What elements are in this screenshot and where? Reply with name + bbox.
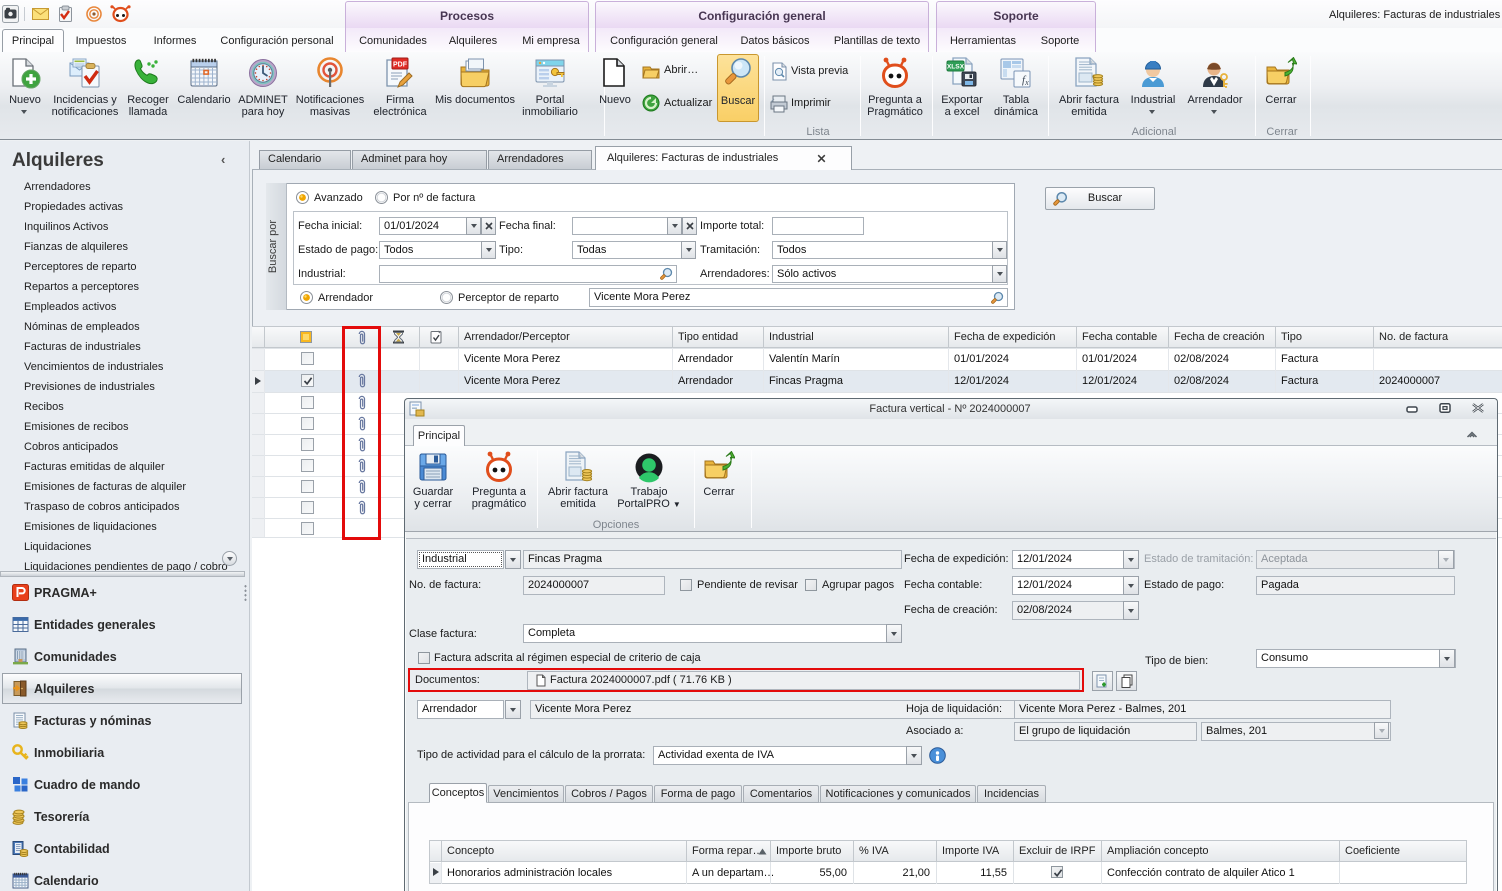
svg-text:XLSX: XLSX — [947, 64, 965, 71]
svg-text:PDF: PDF — [393, 62, 408, 69]
